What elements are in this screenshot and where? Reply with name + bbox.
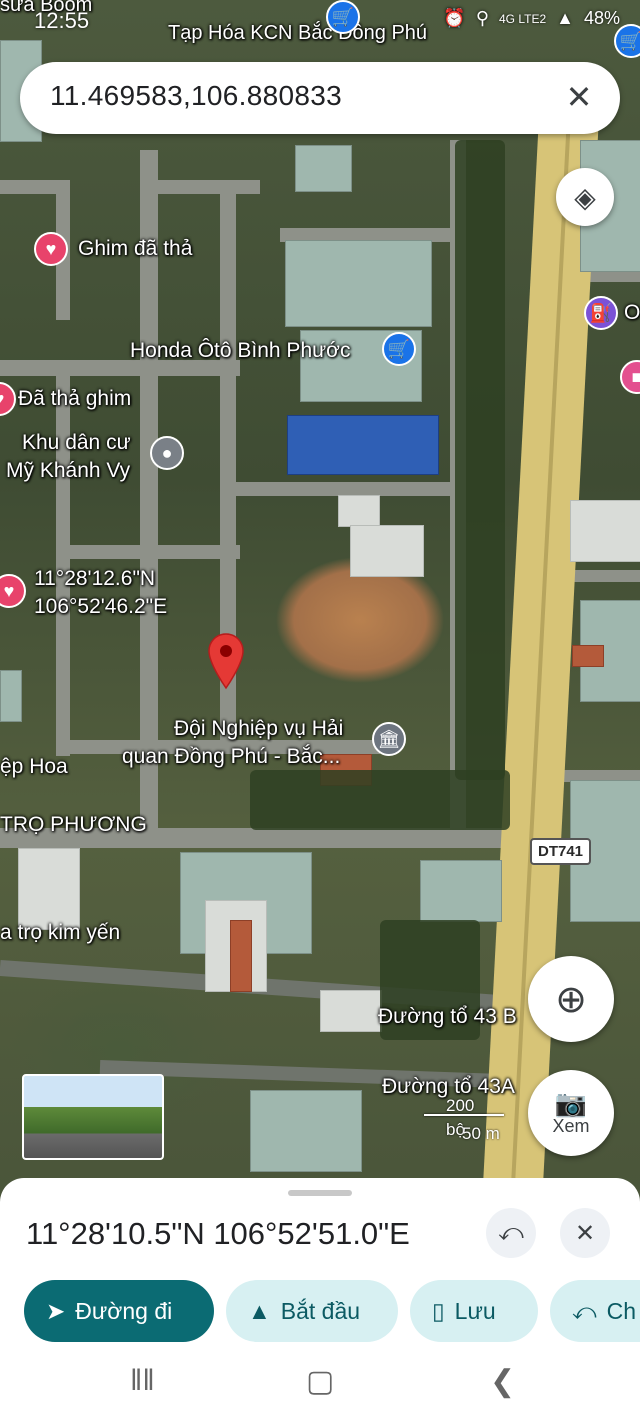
map-building <box>338 495 380 527</box>
map-label-residence-line2[interactable]: Mỹ Khánh Vy <box>6 458 130 484</box>
share-button[interactable]: ⤺ <box>486 1208 536 1258</box>
map-trees <box>455 140 505 780</box>
map-building <box>420 860 502 922</box>
camera-icon: 📷 <box>554 1087 588 1118</box>
back-icon[interactable]: ❮ <box>490 1364 515 1399</box>
map-label-customs-line1[interactable]: Đội Nghiệp vụ Hải <box>174 716 343 742</box>
saved-pin-heart-icon[interactable]: ♥ <box>34 232 68 266</box>
search-query[interactable]: 11.469583,106.880833 <box>50 80 342 112</box>
map-label-pin3-lng[interactable]: 106°52'46.2"E <box>34 594 167 620</box>
map-label-honda[interactable]: Honda Ôtô Bình Phước <box>130 338 350 364</box>
map-label-right-edge: O <box>624 301 640 324</box>
shop-pin-icon[interactable]: 🛒 <box>382 332 416 366</box>
map-road <box>60 545 240 559</box>
clear-search-close-icon[interactable]: ✕ <box>560 78 598 116</box>
map-building <box>320 990 382 1032</box>
status-icons: ⏰ ⚲ 4G LTE2 ▲ 48% <box>443 8 620 29</box>
battery-level: 48% <box>583 8 620 28</box>
save-label: Lưu <box>454 1297 496 1324</box>
map-label-road-43b: Đường tổ 43 B <box>378 1005 517 1028</box>
location-icon: ⚲ <box>475 8 489 28</box>
close-sheet-button[interactable]: ✕ <box>560 1208 610 1258</box>
map-building <box>0 670 22 722</box>
map-label-pin1[interactable]: Ghim đã thả <box>78 236 192 262</box>
map-label-pin3-lat[interactable]: 11°28'12.6"N <box>34 566 155 592</box>
map-label-customs-line2[interactable]: quan Đồng Phú - Bắc... <box>122 744 340 770</box>
system-navigation-bar: ‖‖ ▢ ❮ <box>0 1352 640 1421</box>
my-location-button[interactable]: ⊕ <box>528 956 614 1042</box>
location-pin-icon[interactable]: ● <box>150 436 184 470</box>
map-building <box>295 145 352 192</box>
map-road <box>230 482 460 496</box>
map-label-left-hoa: ệp Hoa <box>0 755 68 778</box>
close-icon: ✕ <box>574 1219 596 1247</box>
map-trees <box>250 770 510 830</box>
start-label: Bắt đầu <box>280 1297 361 1324</box>
status-bar: 12:55 ⏰ ⚲ 4G LTE2 ▲ 48% <box>0 0 640 40</box>
layers-button[interactable]: ◈ <box>556 168 614 226</box>
map-building <box>350 525 424 577</box>
directions-icon: ➤ <box>46 1297 66 1324</box>
alarm-icon: ⏰ <box>443 8 466 28</box>
dropped-pin-marker-icon[interactable] <box>207 632 245 690</box>
saved-pin-heart-icon[interactable]: ♥ <box>0 574 26 608</box>
directions-label: Đường đi <box>75 1297 173 1324</box>
xem-label: Xem <box>552 1115 590 1136</box>
home-icon[interactable]: ▢ <box>306 1364 334 1399</box>
lens-view-button[interactable]: 📷 Xem <box>528 1070 614 1156</box>
share-chip-label: Ch <box>606 1297 636 1324</box>
share-chip-button[interactable]: ⤺ Ch <box>550 1280 640 1342</box>
share-icon: ⤺ <box>572 1297 597 1324</box>
government-building-pin-icon[interactable]: 🏛 <box>372 722 406 756</box>
save-button[interactable]: ▯ Lưu <box>410 1280 538 1342</box>
scale-bar <box>424 1114 504 1116</box>
map-building <box>250 1090 362 1172</box>
map-label-kim-yen[interactable]: a trọ kim yến <box>0 920 120 946</box>
map-label-tro-phuong[interactable]: TRỌ PHƯƠNG <box>0 812 147 838</box>
start-navigation-button[interactable]: ▲ Bắt đầu <box>226 1280 398 1342</box>
map-label-residence-line1[interactable]: Khu dân cư <box>22 430 131 456</box>
map-building <box>18 848 80 930</box>
directions-button[interactable]: ➤ Đường đi <box>24 1280 214 1342</box>
map-building <box>572 645 604 667</box>
map-building <box>570 500 640 562</box>
layers-icon: ◈ <box>574 181 596 213</box>
navigation-arrow-icon: ▲ <box>248 1297 271 1324</box>
search-bar[interactable]: 11.469583,106.880833 ✕ <box>20 62 620 134</box>
hotel-pin-icon[interactable]: ■ <box>620 360 640 394</box>
crosshair-icon: ⊕ <box>555 978 587 1021</box>
gas-station-pin-icon[interactable]: ⛽ <box>584 296 618 330</box>
network-label: 4G LTE2 <box>499 11 547 26</box>
saved-pin-heart-icon[interactable]: ♥ <box>0 382 16 416</box>
street-view-thumbnail[interactable] <box>22 1074 164 1160</box>
map-road <box>150 180 260 194</box>
map-label-pin2[interactable]: Đã thả ghim <box>18 386 131 412</box>
road-shield-dt741: DT741 <box>530 838 592 865</box>
status-time: 12:55 <box>34 8 90 33</box>
sheet-coordinates: 11°28'10.5"N 106°52'51.0"E <box>26 1216 410 1251</box>
sheet-drag-handle[interactable] <box>288 1190 352 1196</box>
bookmark-icon: ▯ <box>432 1297 445 1324</box>
recent-apps-icon[interactable]: ‖‖ <box>130 1364 155 1398</box>
map-building <box>285 240 432 327</box>
map-building <box>287 415 439 475</box>
share-icon: ⤺ <box>498 1219 524 1246</box>
scale-metric: 50 m <box>462 1124 500 1143</box>
signal-icon: ▲ <box>556 8 574 28</box>
map-building <box>230 920 252 992</box>
